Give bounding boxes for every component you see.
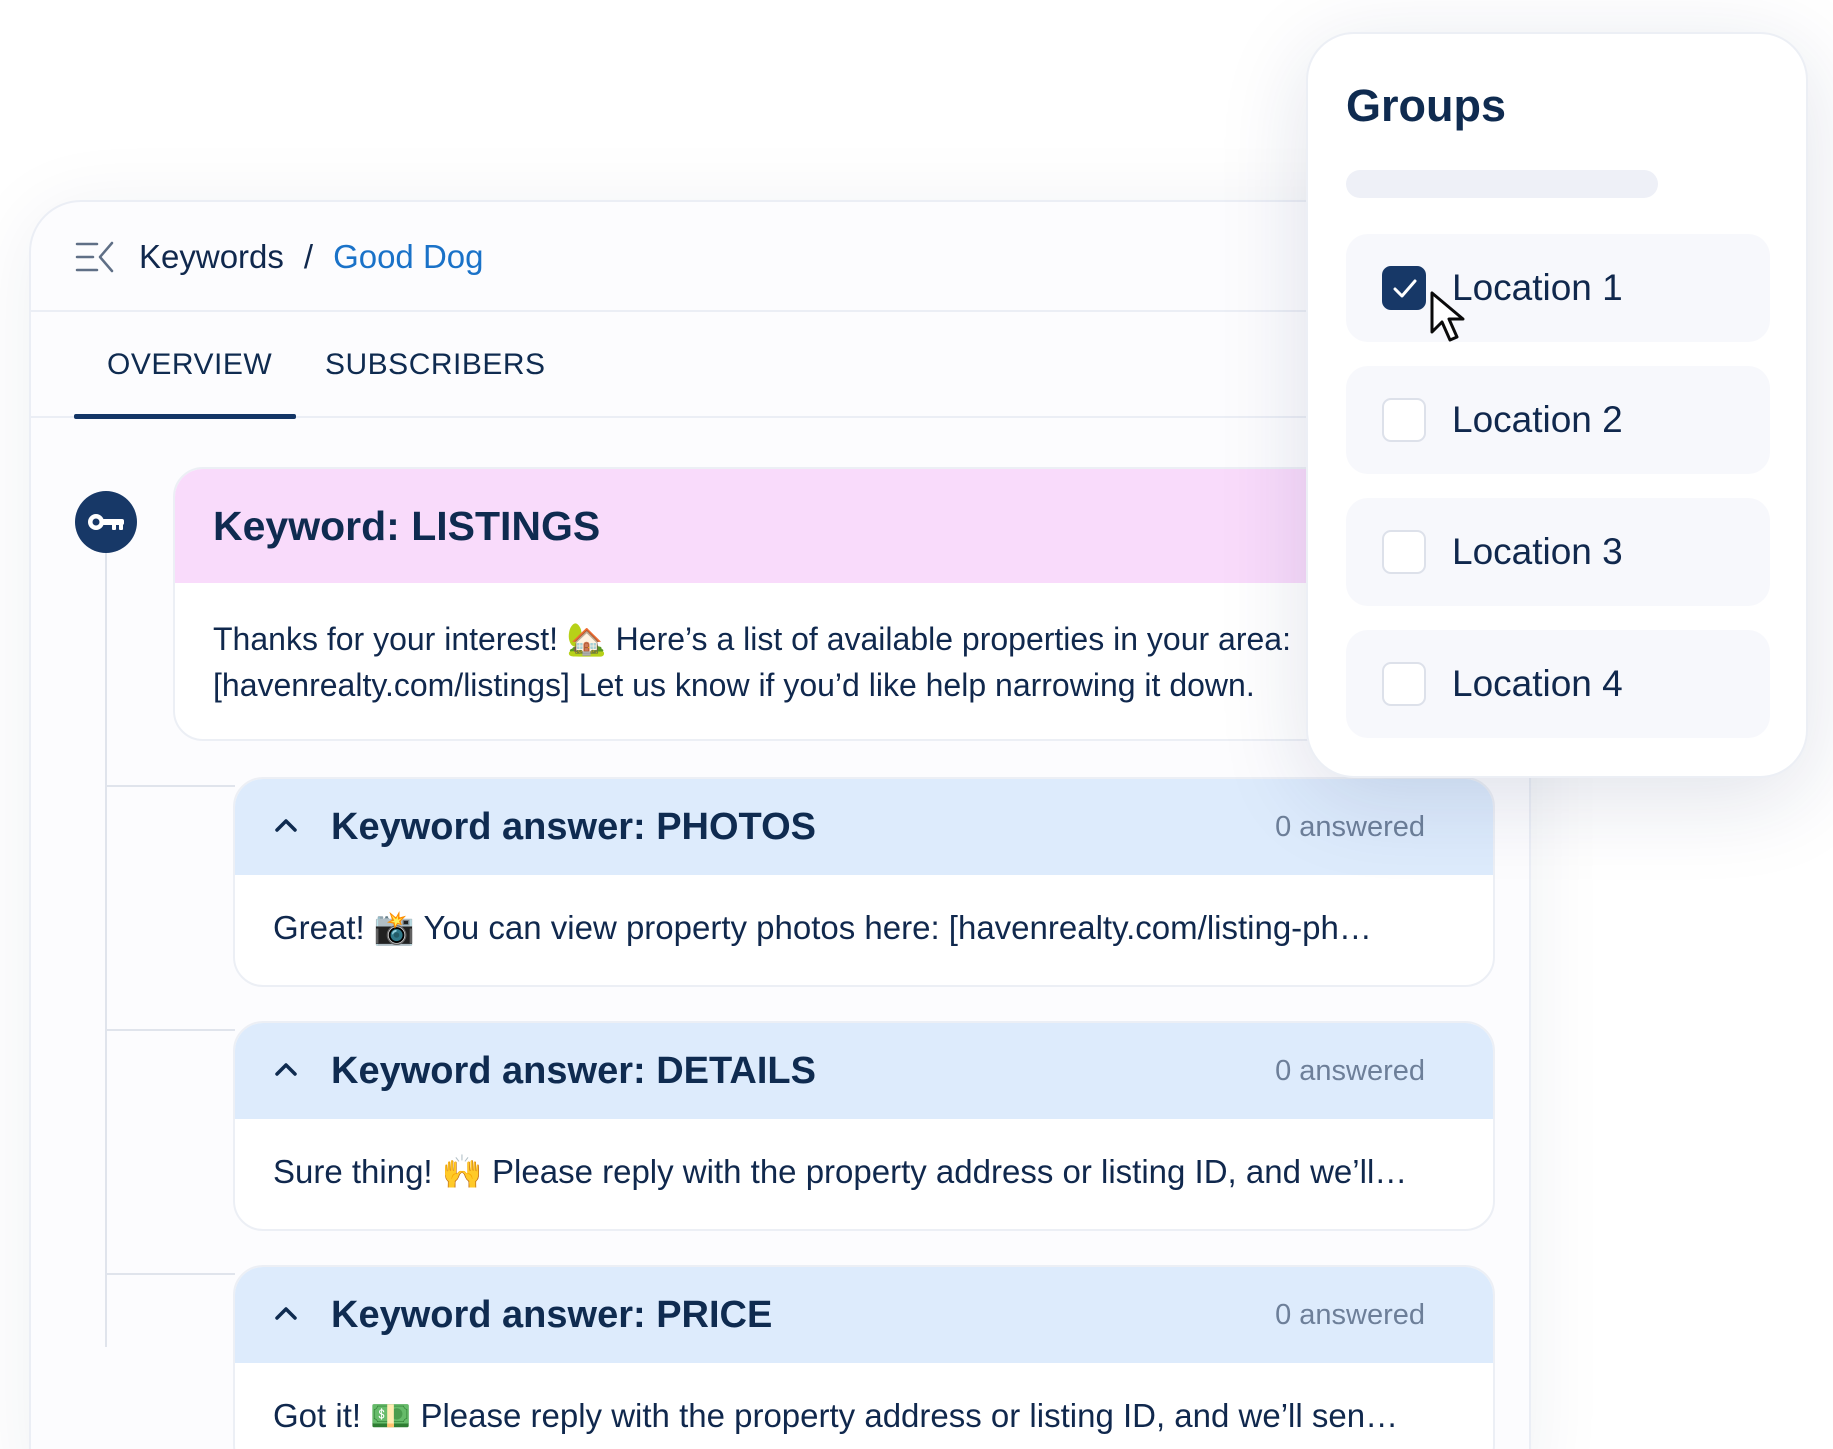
group-checkbox[interactable] [1382,398,1426,442]
group-item-location-2[interactable]: Location 2 [1346,366,1770,474]
group-checkbox[interactable] [1382,662,1426,706]
tree-branch [105,785,235,787]
answer-title: Keyword answer: DETAILS [331,1049,816,1092]
keyword-message-line: [havenrealty.com/listings] Let us know i… [213,667,1255,703]
answer-title: Keyword answer: PRICE [331,1293,773,1336]
answered-count: 0 answered [1275,1298,1425,1331]
tab-overview[interactable]: OVERVIEW [107,348,272,382]
group-checkbox[interactable] [1382,266,1426,310]
group-label: Location 3 [1452,531,1623,572]
keyword-message-line: Thanks for your interest! 🏡 Here’s a lis… [213,621,1291,657]
mouse-pointer-icon [1430,291,1465,342]
chevron-up-icon[interactable] [273,1303,299,1323]
answered-count: 0 answered [1275,1054,1425,1087]
answer-message: Got it! 💵 Please reply with the property… [273,1397,1399,1434]
group-label: Location 2 [1452,399,1623,440]
breadcrumb-keywords-link[interactable]: Keywords [139,236,284,278]
keyword-node [75,491,137,553]
tree-connector [105,553,107,1347]
group-label: Location 4 [1452,663,1623,704]
group-label: Location 1 [1452,267,1623,308]
key-icon [88,514,124,530]
groups-search-bar[interactable] [1346,170,1658,198]
group-item-location-3[interactable]: Location 3 [1346,498,1770,606]
keyword-answer-card-photos[interactable]: Keyword answer: PHOTOS 0 answered Great!… [233,777,1495,987]
groups-title: Groups [1346,80,1507,131]
groups-popover: Groups Location 1 Location 2 Location 3 … [1306,32,1808,778]
answer-message: Great! 📸 You can view property photos he… [273,909,1372,946]
tab-subscribers[interactable]: SUBSCRIBERS [325,348,546,382]
answer-message: Sure thing! 🙌 Please reply with the prop… [273,1153,1408,1190]
answered-count: 0 answered [1275,810,1425,843]
keyword-answer-card-details[interactable]: Keyword answer: DETAILS 0 answered Sure … [233,1021,1495,1231]
answer-title: Keyword answer: PHOTOS [331,805,816,848]
group-item-location-4[interactable]: Location 4 [1346,630,1770,738]
breadcrumb-separator: / [303,238,314,275]
answer-card-header[interactable]: Keyword answer: DETAILS 0 answered [235,1023,1493,1119]
menu-collapse-icon[interactable] [75,240,115,274]
breadcrumb-current: Good Dog [333,238,484,275]
group-checkbox[interactable] [1382,530,1426,574]
panel-header: Keywords / Good Dog [31,202,1529,312]
active-tab-indicator [74,414,296,419]
keyword-title: Keyword: LISTINGS [213,502,601,549]
tab-bar: OVERVIEW SUBSCRIBERS [31,312,1529,419]
check-icon [1393,279,1417,298]
chevron-up-icon[interactable] [273,1059,299,1079]
tree-branch [105,1273,235,1275]
tree-branch [105,1029,235,1031]
keyword-answer-card-price[interactable]: Keyword answer: PRICE 0 answered Got it!… [233,1265,1495,1449]
group-item-location-1[interactable]: Location 1 [1346,234,1770,342]
answer-card-header[interactable]: Keyword answer: PHOTOS 0 answered [235,779,1493,875]
answer-card-header[interactable]: Keyword answer: PRICE 0 answered [235,1267,1493,1363]
breadcrumb: Keywords / Good Dog [139,236,484,278]
chevron-up-icon[interactable] [273,815,299,835]
